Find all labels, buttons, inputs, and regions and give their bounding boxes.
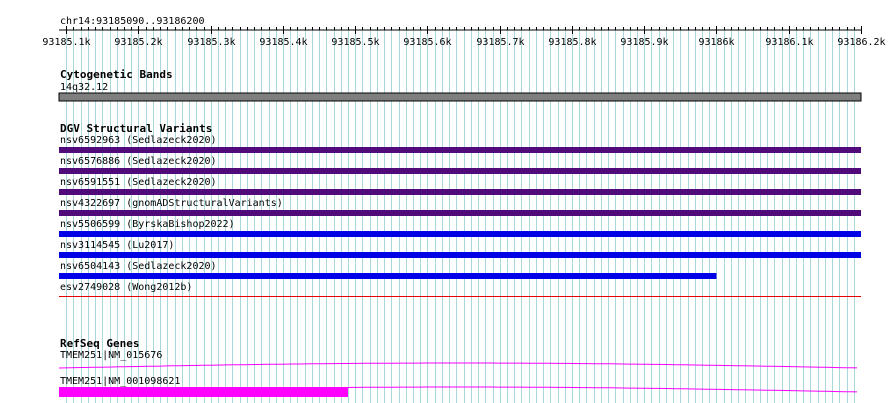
dgv-feature[interactable]: nsv6591551 (Sedlazeck2020) [59, 177, 861, 195]
ruler-tick-label: 93185.4k [259, 37, 307, 48]
ruler-tick-label: 93185.2k [114, 37, 162, 48]
gene-intron-line[interactable] [58, 362, 858, 369]
dgv-feature-bar[interactable] [59, 231, 861, 237]
ruler-tick-label: 93185.6k [403, 37, 451, 48]
minor-grid-lines [66, 30, 855, 403]
dgv-feature[interactable]: nsv6592963 (Sedlazeck2020) [59, 135, 861, 153]
dgv-feature-bar[interactable] [59, 252, 861, 258]
ruler-tick-label: 93185.8k [548, 37, 596, 48]
refseq-track: TMEM251|NM_015676 TMEM251|NM_001098621 [58, 350, 858, 397]
dgv-feature-label: esv2749028 (Wong2012b) [60, 282, 192, 293]
ruler-tick-label: 93186k [698, 37, 734, 48]
dgv-feature-bar[interactable] [59, 273, 717, 279]
dgv-feature[interactable]: esv2749028 (Wong2012b) [59, 282, 861, 297]
dgv-feature-bar[interactable] [59, 147, 861, 153]
dgv-feature-label: nsv6592963 (Sedlazeck2020) [60, 135, 217, 146]
region-label: chr14:93185090..93186200 [60, 16, 205, 27]
cytoband-bar[interactable] [58, 92, 862, 102]
refseq-track-title: RefSeq Genes [60, 337, 139, 350]
genome-browser-panel[interactable]: chr14:93185090..93186200 93185.1k 93185.2… [0, 0, 890, 403]
ruler-tick-label: 93185.1k [42, 37, 90, 48]
dgv-feature-bar[interactable] [59, 296, 861, 297]
gene-exon-block[interactable] [59, 387, 349, 397]
dgv-feature-label: nsv3114545 (Lu2017) [60, 240, 174, 251]
dgv-feature-bar[interactable] [59, 210, 861, 216]
ruler-tick-label: 93186.1k [765, 37, 813, 48]
dgv-feature[interactable]: nsv4322697 (gnomADStructuralVariants) [59, 198, 861, 216]
ruler-tick-label: 93186.2k [837, 37, 885, 48]
dgv-feature[interactable]: nsv6504143 (Sedlazeck2020) [59, 261, 717, 279]
dgv-feature-bar[interactable] [59, 168, 861, 174]
cytoband-label: 14q32.12 [60, 82, 108, 93]
dgv-feature[interactable]: nsv3114545 (Lu2017) [59, 240, 861, 258]
ruler-tick-label: 93185.9k [620, 37, 668, 48]
ruler-tick-label: 93185.3k [187, 37, 235, 48]
dgv-feature[interactable]: nsv5506599 (ByrskaBishop2022) [59, 219, 861, 237]
gene-label: TMEM251|NM_015676 [60, 350, 162, 361]
dgv-feature-label: nsv6591551 (Sedlazeck2020) [60, 177, 217, 188]
ruler-tick-label: 93185.7k [476, 37, 524, 48]
dgv-track: nsv6592963 (Sedlazeck2020) nsv6576886 (S… [59, 135, 861, 297]
gene-label: TMEM251|NM_001098621 [60, 376, 180, 387]
gene-feature[interactable]: TMEM251|NM_001098621 [58, 376, 858, 397]
dgv-feature[interactable]: nsv6576886 (Sedlazeck2020) [59, 156, 861, 174]
dgv-track-title: DGV Structural Variants [60, 122, 212, 135]
dgv-feature-label: nsv6504143 (Sedlazeck2020) [60, 261, 217, 272]
ruler-tick-label: 93185.5k [331, 37, 379, 48]
dgv-feature-bar[interactable] [59, 189, 861, 195]
cytoband-track-title: Cytogenetic Bands [60, 68, 173, 81]
dgv-feature-label: nsv4322697 (gnomADStructuralVariants) [60, 198, 283, 209]
dgv-feature-label: nsv5506599 (ByrskaBishop2022) [60, 219, 235, 230]
gene-feature[interactable]: TMEM251|NM_015676 [58, 350, 858, 369]
dgv-feature-label: nsv6576886 (Sedlazeck2020) [60, 156, 217, 167]
